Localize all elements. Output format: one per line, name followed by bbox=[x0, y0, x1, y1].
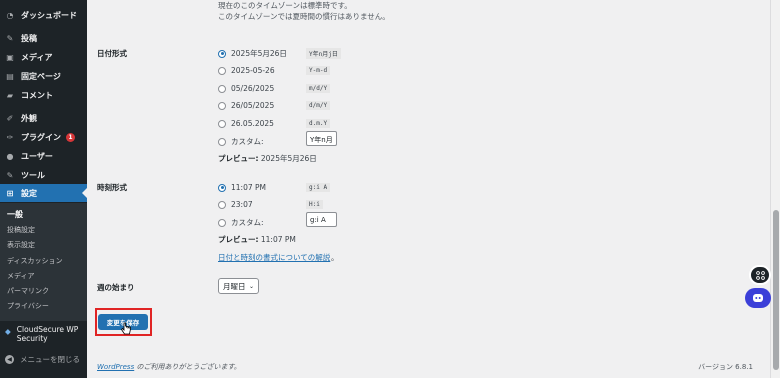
menu-dashboard[interactable]: ◔ ダッシュボード bbox=[0, 6, 87, 24]
submenu-discussion[interactable]: ディスカッション bbox=[7, 256, 63, 266]
update-count-badge: 1 bbox=[66, 132, 75, 142]
pushpin-icon: ✎ bbox=[6, 33, 14, 43]
page-scrollbar[interactable] bbox=[770, 0, 780, 378]
submenu-general[interactable]: 一般 bbox=[7, 209, 23, 220]
week-start-label: 週の始まり bbox=[97, 283, 135, 292]
menu-posts[interactable]: ✎ 投稿 bbox=[0, 29, 87, 47]
menu-label: ダッシュボード bbox=[21, 10, 77, 20]
collapse-arrow-icon: ◀ bbox=[5, 355, 14, 364]
timezone-note-1: 現在のこのタイムゾーンは標準時です。 bbox=[218, 1, 352, 10]
time-option-2[interactable]: 23:07 bbox=[218, 200, 253, 209]
brush-icon: ✐ bbox=[6, 113, 14, 123]
chevron-down-icon: ⌄ bbox=[248, 282, 254, 290]
radio-button[interactable] bbox=[218, 84, 226, 93]
timezone-note-2: このタイムゾーンでは夏時間の慣行はありません。 bbox=[218, 12, 390, 21]
cloudsecure-label-1: CloudSecure WP bbox=[16, 325, 79, 334]
menu-label: ユーザー bbox=[21, 151, 53, 161]
custom-time-format-input[interactable]: g:i A bbox=[306, 212, 337, 227]
date-option-custom[interactable]: カスタム: bbox=[218, 136, 264, 147]
page-icon: ▤ bbox=[6, 71, 14, 81]
collapse-menu-button[interactable]: ◀ メニューを閉じる bbox=[0, 354, 87, 365]
comment-icon: ▰ bbox=[6, 90, 14, 100]
format-code: d/m/Y bbox=[306, 101, 331, 110]
custom-date-format-input[interactable]: Y年n月 bbox=[306, 131, 337, 146]
format-code: Y-m-d bbox=[306, 66, 331, 75]
menu-media[interactable]: ▣ メディア bbox=[0, 48, 87, 66]
plugin-icon: ✑ bbox=[6, 132, 14, 142]
wrench-icon: ✎ bbox=[6, 170, 14, 180]
footer-version: バージョン 6.8.1 bbox=[698, 363, 753, 371]
media-icon: ▣ bbox=[6, 52, 14, 62]
time-format-label: 時刻形式 bbox=[97, 183, 127, 192]
date-format-label: 日付形式 bbox=[97, 49, 127, 58]
submenu-writing[interactable]: 投稿設定 bbox=[7, 225, 35, 235]
radio-button[interactable] bbox=[218, 66, 226, 75]
doc-link-suffix: 。 bbox=[331, 253, 339, 262]
hand-cursor-icon bbox=[120, 322, 131, 335]
time-option-1[interactable]: 11:07 PM bbox=[218, 183, 266, 192]
menu-label: コメント bbox=[21, 90, 53, 100]
menu-users[interactable]: ● ユーザー bbox=[0, 147, 87, 165]
settings-submenu: 一般 投稿設定 表示設定 ディスカッション メディア パーマリンク プライバシー bbox=[0, 203, 87, 321]
time-option-custom[interactable]: カスタム: bbox=[218, 217, 264, 228]
cloudsecure-label-2: Security bbox=[16, 334, 48, 343]
date-option-4[interactable]: 26/05/2025 bbox=[218, 101, 274, 110]
radio-button[interactable] bbox=[218, 119, 226, 128]
settings-content: 現在のこのタイムゾーンは標準時です。 このタイムゾーンでは夏時間の慣行はありませ… bbox=[87, 0, 770, 378]
settings-icon: ⊞ bbox=[6, 188, 14, 198]
date-option-2[interactable]: 2025-05-26 bbox=[218, 66, 275, 75]
date-time-doc-link[interactable]: 日付と時刻の書式についての解説 bbox=[218, 252, 330, 263]
user-icon: ● bbox=[6, 151, 14, 161]
wordpress-link[interactable]: WordPress bbox=[97, 363, 134, 371]
menu-label: プラグイン bbox=[21, 132, 61, 142]
radio-button[interactable] bbox=[218, 218, 226, 227]
date-option-3[interactable]: 05/26/2025 bbox=[218, 84, 274, 93]
menu-label: 設定 bbox=[21, 188, 37, 198]
dashboard-icon: ◔ bbox=[6, 10, 14, 20]
format-code: m/d/Y bbox=[306, 84, 331, 93]
menu-tools[interactable]: ✎ ツール bbox=[0, 166, 87, 184]
time-preview: プレビュー: 11:07 PM bbox=[218, 235, 296, 244]
radio-button[interactable] bbox=[218, 101, 226, 110]
scrollbar-thumb[interactable] bbox=[773, 210, 779, 370]
radio-button[interactable] bbox=[218, 200, 226, 209]
submenu-privacy[interactable]: プライバシー bbox=[7, 301, 49, 311]
format-code: Y年n月j日 bbox=[306, 48, 341, 59]
menu-label: メディア bbox=[21, 52, 53, 62]
radio-button[interactable] bbox=[218, 49, 226, 58]
menu-label: 投稿 bbox=[21, 33, 37, 43]
week-start-select[interactable]: 月曜日 ⌄ bbox=[218, 278, 259, 294]
date-preview: プレビュー: 2025年5月26日 bbox=[218, 154, 317, 163]
submenu-permalinks[interactable]: パーマリンク bbox=[7, 286, 49, 296]
chat-bot-icon bbox=[753, 294, 763, 302]
submenu-media[interactable]: メディア bbox=[7, 271, 35, 281]
menu-label: 外観 bbox=[21, 113, 37, 123]
cloud-shield-icon: ◆ bbox=[5, 327, 11, 336]
format-code: g:i A bbox=[306, 183, 331, 192]
menu-comments[interactable]: ▰ コメント bbox=[0, 86, 87, 104]
radio-button[interactable] bbox=[218, 137, 226, 146]
menu-plugins[interactable]: ✑ プラグイン 1 bbox=[0, 128, 87, 146]
date-option-1[interactable]: 2025年5月26日 bbox=[218, 48, 287, 59]
menu-pages[interactable]: ▤ 固定ページ bbox=[0, 67, 87, 85]
submenu-reading[interactable]: 表示設定 bbox=[7, 240, 35, 250]
date-option-5[interactable]: 26.05.2025 bbox=[218, 119, 274, 128]
menu-label: 固定ページ bbox=[21, 71, 61, 81]
format-code: d.m.Y bbox=[306, 119, 331, 128]
admin-sidebar: ◔ ダッシュボード ✎ 投稿 ▣ メディア ▤ 固定ページ ▰ コメント ✐ 外… bbox=[0, 0, 87, 378]
menu-appearance[interactable]: ✐ 外観 bbox=[0, 109, 87, 127]
menu-label: ツール bbox=[21, 170, 45, 180]
radio-button[interactable] bbox=[218, 183, 226, 192]
app-grid-button[interactable] bbox=[749, 265, 771, 285]
collapse-label: メニューを閉じる bbox=[20, 355, 80, 364]
menu-settings[interactable]: ⊞ 設定 bbox=[0, 184, 87, 202]
format-code: H:i bbox=[306, 200, 323, 209]
footer-thanks: WordPress のご利用ありがとうございます。 bbox=[97, 363, 241, 371]
menu-cloudsecure[interactable]: ◆ CloudSecure WP Security bbox=[0, 325, 87, 343]
assistant-button[interactable] bbox=[745, 288, 771, 308]
grid-icon bbox=[755, 270, 765, 280]
